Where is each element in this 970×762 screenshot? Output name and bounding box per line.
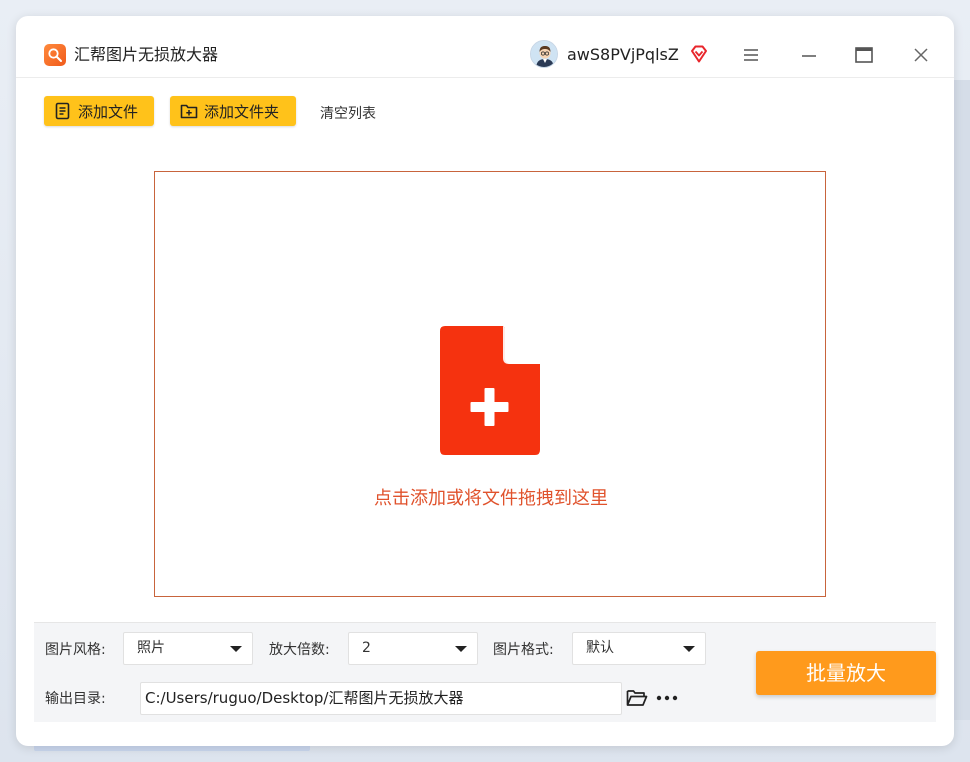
style-label: 图片风格:: [45, 642, 106, 658]
title-bar: 汇帮图片无损放大器 awS8PVjPqlsZ: [16, 16, 954, 78]
avatar[interactable]: [530, 40, 558, 68]
add-file-icon: [440, 326, 540, 455]
maximize-icon[interactable]: [854, 45, 874, 65]
app-window: 汇帮图片无损放大器 awS8PVjPqlsZ 添加文件 添加文件夹 清空列表 点…: [16, 16, 954, 746]
drop-zone-hint: 点击添加或将文件拖拽到这里: [374, 488, 608, 509]
add-folder-label: 添加文件夹: [204, 102, 280, 121]
chevron-down-icon: [230, 646, 242, 652]
add-folder-button[interactable]: 添加文件夹: [170, 96, 296, 126]
more-options-icon[interactable]: [656, 695, 678, 701]
style-select[interactable]: 照片: [123, 632, 253, 665]
app-logo-icon: [44, 44, 66, 66]
clear-list-button[interactable]: 清空列表: [320, 103, 376, 123]
style-select-value: 照片: [137, 640, 165, 656]
app-title: 汇帮图片无损放大器: [74, 45, 219, 64]
minimize-icon[interactable]: [800, 46, 818, 64]
scale-select-value: 2: [362, 640, 371, 656]
format-select-value: 默认: [586, 640, 614, 656]
file-list-icon: [55, 102, 70, 120]
chevron-down-icon: [683, 646, 695, 652]
scale-select[interactable]: 2: [348, 632, 478, 665]
output-dir-label: 输出目录:: [45, 691, 106, 707]
settings-panel: 图片风格: 照片 放大倍数: 2 图片格式: 默认 输出目录: C:/Users…: [34, 622, 936, 722]
username[interactable]: awS8PVjPqlsZ: [567, 44, 679, 66]
chevron-down-icon: [455, 646, 467, 652]
scale-label: 放大倍数:: [269, 642, 330, 658]
format-label: 图片格式:: [493, 642, 554, 658]
background-window-edge: [952, 80, 970, 720]
batch-enlarge-button[interactable]: 批量放大: [756, 651, 936, 695]
vip-diamond-icon[interactable]: [688, 43, 710, 65]
format-select[interactable]: 默认: [572, 632, 706, 665]
file-drop-zone[interactable]: 点击添加或将文件拖拽到这里: [154, 171, 826, 597]
close-icon[interactable]: [912, 46, 930, 64]
menu-icon[interactable]: [742, 46, 760, 64]
output-path-field[interactable]: C:/Users/ruguo/Desktop/汇帮图片无损放大器: [140, 682, 622, 715]
folder-add-icon: [180, 104, 198, 119]
add-file-label: 添加文件: [78, 102, 139, 121]
open-folder-icon[interactable]: [626, 689, 648, 707]
add-file-button[interactable]: 添加文件: [44, 96, 154, 126]
